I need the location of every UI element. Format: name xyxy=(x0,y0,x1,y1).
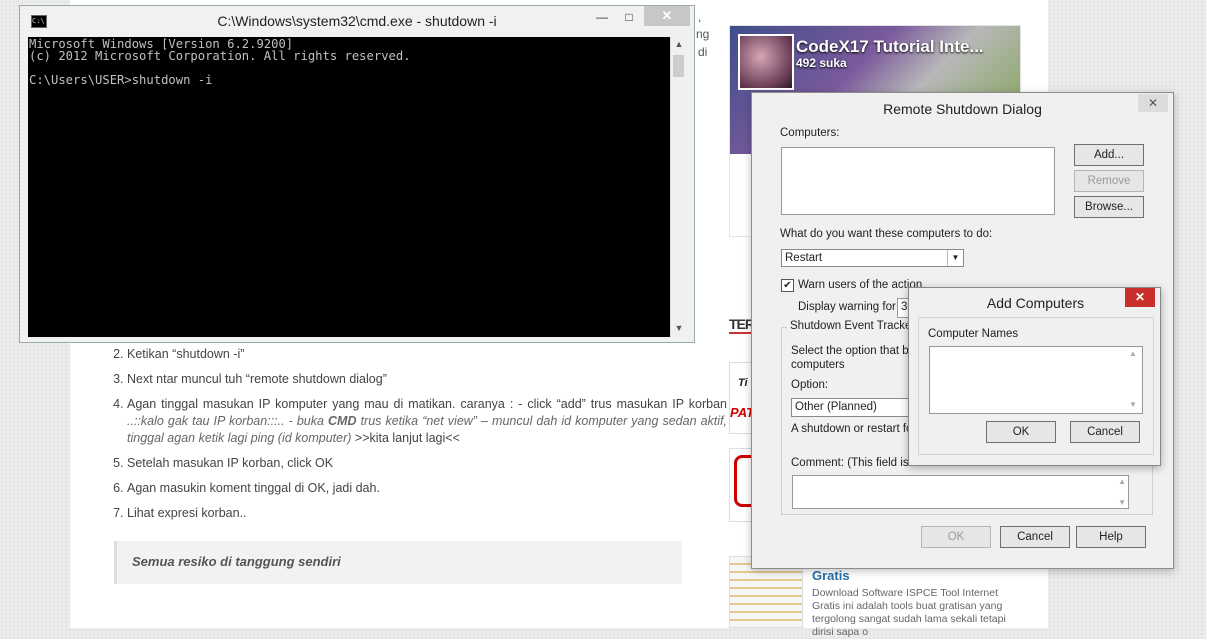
console-line: (c) 2012 Microsoft Corporation. All righ… xyxy=(29,49,411,63)
vertical-scrollbar[interactable]: ▲ ▼ xyxy=(670,37,687,337)
list-item: Agan tinggal masukan IP komputer yang ma… xyxy=(127,396,727,447)
cancel-button[interactable]: Cancel xyxy=(1070,421,1140,443)
computer-names-input[interactable] xyxy=(929,346,1143,414)
action-label: What do you want these computers to do: xyxy=(780,228,993,240)
browse-button[interactable]: Browse... xyxy=(1074,196,1144,218)
list-item: Ketikan “shutdown -i” xyxy=(127,346,727,363)
console-line: C:\Users\USER>shutdown -i xyxy=(29,73,213,87)
ok-button[interactable]: OK xyxy=(986,421,1056,443)
help-button[interactable]: Help xyxy=(1076,526,1146,548)
comment-textarea[interactable]: ▲ ▼ xyxy=(792,475,1129,509)
action-select-value: Restart xyxy=(785,252,823,264)
post-excerpt: Download Software ISPCE Tool Internet Gr… xyxy=(812,587,1006,638)
computers-label: Computers: xyxy=(780,127,840,139)
option-label: Option: xyxy=(791,379,829,391)
list-item: Setelah masukan IP korban, click OK xyxy=(127,455,727,472)
add-button[interactable]: Add... xyxy=(1074,144,1144,166)
action-select[interactable]: Restart ▼ xyxy=(781,249,964,267)
cmd-window: C:\ C:\Windows\system32\cmd.exe - shutdo… xyxy=(19,5,695,343)
add-computers-dialog: Add Computers ✕ Computer Names ▲ ▼ OK Ca… xyxy=(908,287,1161,466)
list-item: Next ntar muncul tuh “remote shutdown di… xyxy=(127,371,727,388)
chevron-down-icon[interactable]: ▼ xyxy=(947,250,963,266)
computers-listbox[interactable] xyxy=(781,147,1055,215)
display-warning-label: Display warning for xyxy=(798,301,896,313)
warn-users-checkbox[interactable]: ✔ xyxy=(781,279,794,292)
console-output[interactable]: Microsoft Windows [Version 6.2.9200] (c) … xyxy=(28,37,670,337)
list-item: Lihat expresi korban.. xyxy=(127,505,727,522)
scroll-down-arrow-icon[interactable]: ▼ xyxy=(1129,400,1137,409)
select-option-text: computers xyxy=(791,359,845,371)
reason-description: A shutdown or restart for xyxy=(791,423,917,435)
post-text-fragment: di xyxy=(698,45,708,59)
minimize-button[interactable]: — xyxy=(588,7,616,27)
close-button[interactable]: ✕ xyxy=(1138,94,1168,112)
post-steps-list: Ketikan “shutdown -i” Next ntar muncul t… xyxy=(110,346,727,530)
scroll-up-arrow-icon[interactable]: ▲ xyxy=(673,39,685,49)
cancel-button[interactable]: Cancel xyxy=(1000,526,1070,548)
cmd-titlebar[interactable]: C:\ C:\Windows\system32\cmd.exe - shutdo… xyxy=(20,6,694,36)
post-title-link[interactable]: Gratis xyxy=(812,568,850,583)
maximize-button[interactable]: □ xyxy=(615,7,643,27)
heading-underline xyxy=(729,332,751,334)
ok-button[interactable]: OK xyxy=(921,526,991,548)
warn-users-label: Warn users of the action xyxy=(798,279,923,291)
select-option-text: Select the option that bes xyxy=(791,345,921,357)
scroll-up-arrow-icon[interactable]: ▲ xyxy=(1118,477,1126,486)
page-name-link[interactable]: CodeX17 Tutorial Inte... xyxy=(796,37,984,57)
scroll-down-arrow-icon[interactable]: ▼ xyxy=(1118,498,1126,507)
scroll-up-arrow-icon[interactable]: ▲ xyxy=(1129,349,1137,358)
close-button[interactable]: ✕ xyxy=(644,6,690,26)
scrollbar-thumb[interactable] xyxy=(673,55,684,77)
dialog-title: Remote Shutdown Dialog xyxy=(883,101,1042,117)
remove-button[interactable]: Remove xyxy=(1074,170,1144,192)
warning-quote: Semua resiko di tanggung sendiri xyxy=(114,541,682,584)
page-avatar[interactable] xyxy=(738,34,794,90)
close-button[interactable]: ✕ xyxy=(1125,288,1155,307)
computer-names-label: Computer Names xyxy=(928,328,1019,340)
option-select-value: Other (Planned) xyxy=(795,401,877,413)
page-like-count: 492 suka xyxy=(796,56,847,70)
list-item: Agan masukin koment tinggal di OK, jadi … xyxy=(127,480,727,497)
event-tracker-label: Shutdown Event Tracker xyxy=(787,320,919,332)
scroll-down-arrow-icon[interactable]: ▼ xyxy=(673,323,685,333)
post-text-fragment: ng xyxy=(696,27,710,41)
